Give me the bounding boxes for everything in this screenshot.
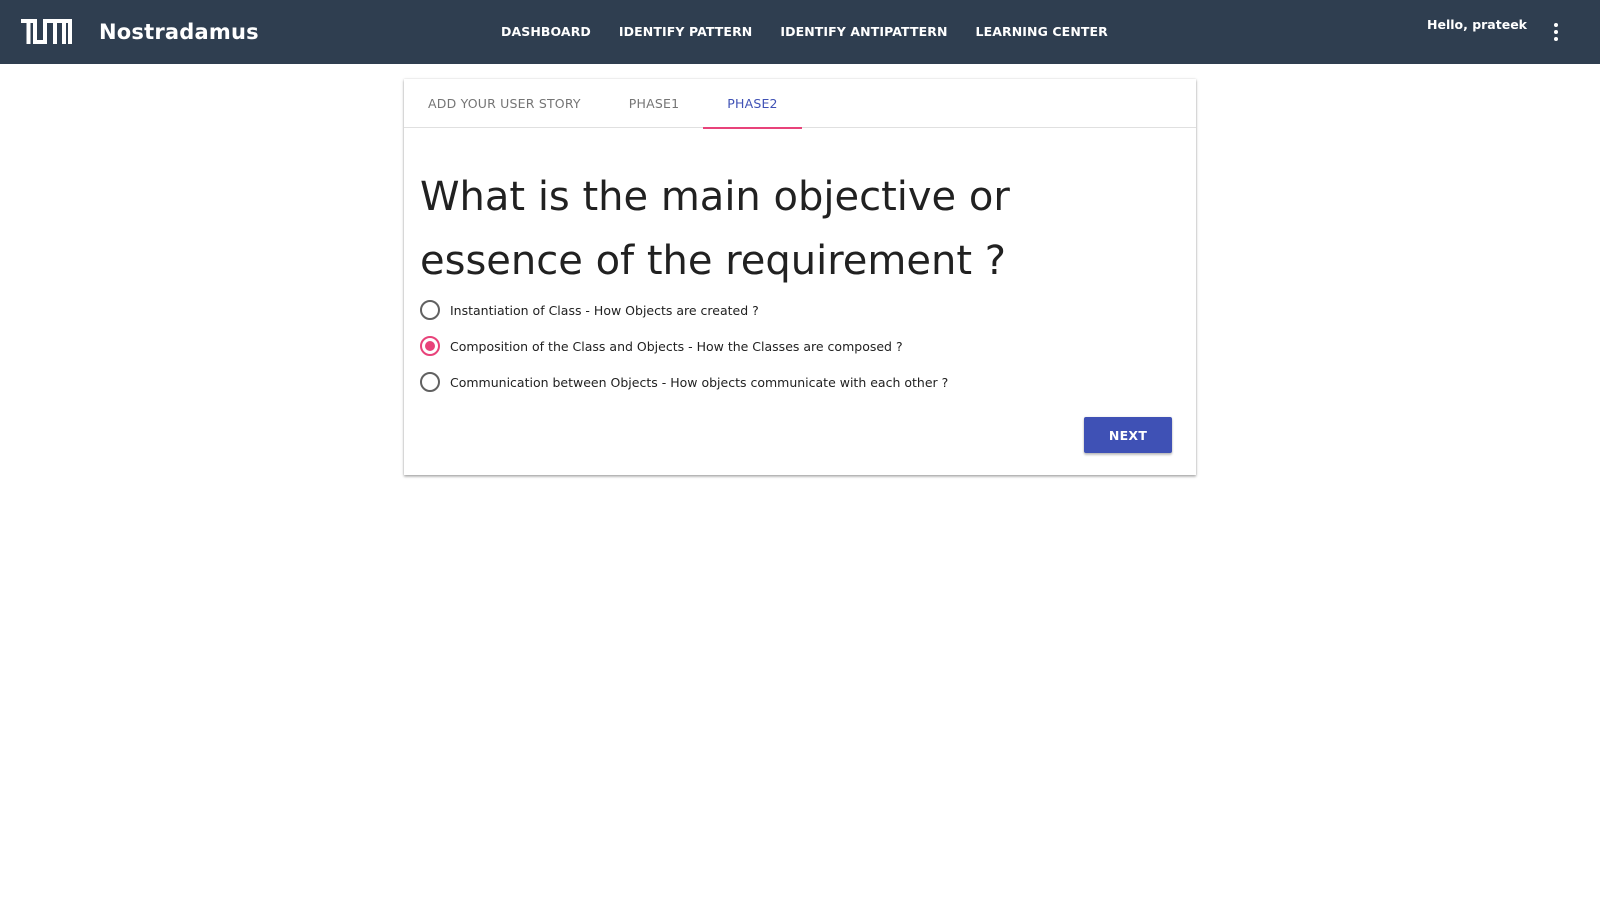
radio-communication[interactable] <box>420 372 440 392</box>
main-nav: DASHBOARD IDENTIFY PATTERN IDENTIFY ANTI… <box>487 23 1122 41</box>
more-vert-icon[interactable] <box>1544 20 1568 44</box>
tum-logo-icon[interactable] <box>21 19 72 44</box>
nav-learning-center[interactable]: LEARNING CENTER <box>962 23 1122 41</box>
user-greeting: Hello, prateek <box>1427 17 1527 32</box>
tab-phase2[interactable]: PHASE2 <box>703 79 803 129</box>
option-composition[interactable]: Composition of the Class and Objects - H… <box>420 328 948 364</box>
question-heading: What is the main objective or essence of… <box>420 174 1010 284</box>
option-label: Composition of the Class and Objects - H… <box>450 338 903 354</box>
nav-identify-pattern[interactable]: IDENTIFY PATTERN <box>605 23 766 41</box>
radio-composition[interactable] <box>420 336 440 356</box>
nav-dashboard[interactable]: DASHBOARD <box>487 23 605 41</box>
next-button[interactable]: NEXT <box>1084 417 1172 453</box>
tab-phase1[interactable]: PHASE1 <box>605 79 703 128</box>
objective-radio-group: Instantiation of Class - How Objects are… <box>420 292 948 400</box>
nav-identify-antipattern[interactable]: IDENTIFY ANTIPATTERN <box>766 23 961 41</box>
option-label: Communication between Objects - How obje… <box>450 374 949 390</box>
option-label: Instantiation of Class - How Objects are… <box>450 302 759 318</box>
option-communication[interactable]: Communication between Objects - How obje… <box>420 364 948 400</box>
app-title[interactable]: Nostradamus <box>99 18 259 46</box>
option-instantiation[interactable]: Instantiation of Class - How Objects are… <box>420 292 948 328</box>
wizard-card: ADD YOUR USER STORY PHASE1 PHASE2 What i… <box>404 79 1196 475</box>
radio-instantiation[interactable] <box>420 300 440 320</box>
app-header: Nostradamus DASHBOARD IDENTIFY PATTERN I… <box>0 0 1600 64</box>
tab-add-user-story[interactable]: ADD YOUR USER STORY <box>404 79 605 128</box>
wizard-tabs: ADD YOUR USER STORY PHASE1 PHASE2 <box>404 79 1196 129</box>
